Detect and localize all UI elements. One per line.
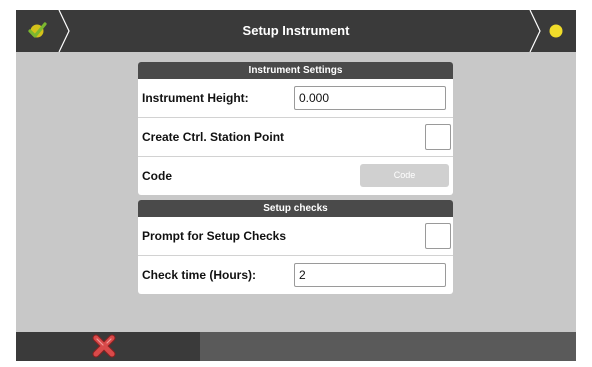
setup-checks-heading: Setup checks [138, 200, 453, 217]
instrument-height-row: Instrument Height: 0.000 [138, 79, 453, 118]
prompt-setup-checks-label: Prompt for Setup Checks [142, 229, 287, 243]
status-dot-icon [549, 24, 563, 38]
code-button[interactable]: Code [360, 164, 449, 187]
cancel-x-icon [92, 334, 116, 358]
prompt-setup-checks-row: Prompt for Setup Checks [138, 217, 453, 256]
control-station-label: Create Ctrl. Station Point [142, 130, 285, 144]
control-station-row: Create Ctrl. Station Point [138, 118, 453, 157]
cancel-button[interactable] [16, 332, 200, 361]
instrument-height-input[interactable]: 0.000 [294, 86, 446, 110]
chevron-right-icon [58, 10, 70, 52]
page-title: Setup Instrument [242, 23, 350, 38]
setup-instrument-screen: Setup Instrument Instrument Settings Ins… [16, 10, 576, 361]
instrument-settings-heading: Instrument Settings [138, 62, 453, 79]
footer-bar [16, 332, 576, 361]
code-row: Code Code [138, 157, 453, 195]
prompt-setup-checks-checkbox[interactable] [425, 223, 451, 249]
check-time-label: Check time (Hours): [142, 268, 257, 282]
setup-checks-panel: Setup checks Prompt for Setup Checks Che… [138, 200, 453, 294]
instrument-height-label: Instrument Height: [142, 91, 249, 105]
check-time-input[interactable]: 2 [294, 263, 446, 287]
accept-button[interactable] [16, 10, 72, 52]
status-button[interactable] [520, 10, 576, 52]
control-station-checkbox[interactable] [425, 124, 451, 150]
header-bar: Setup Instrument [16, 10, 576, 52]
code-label: Code [142, 169, 172, 183]
check-time-row: Check time (Hours): 2 [138, 256, 453, 294]
instrument-settings-panel: Instrument Settings Instrument Height: 0… [138, 62, 453, 195]
